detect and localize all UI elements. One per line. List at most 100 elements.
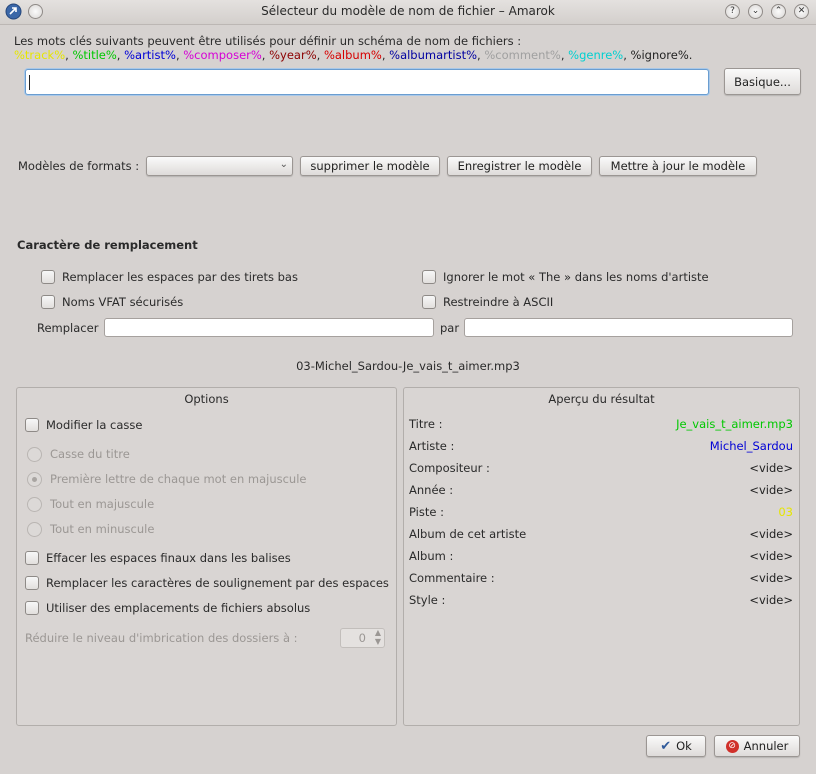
- replace-from-input[interactable]: [104, 318, 434, 337]
- ok-label: Ok: [676, 739, 692, 753]
- formats-label: Modèles de formats :: [18, 159, 140, 173]
- result-panel: Aperçu du résultat Titre : Je_vais_t_aime…: [403, 387, 800, 726]
- result-row-label: Compositeur :: [409, 461, 490, 475]
- spin-arrows-icon[interactable]: ▲ ▼: [375, 628, 381, 646]
- result-row: Titre : Je_vais_t_aimer.mp3: [404, 417, 799, 435]
- result-row-label: Commentaire :: [409, 571, 495, 585]
- result-row: Piste : 03: [404, 505, 799, 523]
- keyword-separator: .: [688, 48, 693, 62]
- keyword-separator: ,: [623, 48, 631, 62]
- maximize-button[interactable]: ⌃: [771, 4, 786, 19]
- help-button[interactable]: ?: [725, 4, 740, 19]
- replacement-heading: Caractère de remplacement: [17, 238, 198, 252]
- case-lower-radio[interactable]: [27, 522, 42, 537]
- result-row: Album de cet artiste <vide>: [404, 527, 799, 545]
- vfat-label: Noms VFAT sécurisés: [62, 295, 184, 309]
- keyword-token: %album%: [323, 48, 382, 62]
- par-label: par: [440, 321, 460, 335]
- keyword-token: %albumartist%: [389, 48, 478, 62]
- absolute-path-checkbox[interactable]: [25, 601, 39, 615]
- close-button[interactable]: ✕: [794, 4, 809, 19]
- result-row: Artiste : Michel_Sardou: [404, 439, 799, 457]
- case-first-label: Première lettre de chaque mot en majuscu…: [50, 472, 307, 486]
- keyword-list: %track%, %title%, %artist%, %composer%, …: [14, 48, 692, 62]
- basic-button[interactable]: Basique...: [724, 68, 801, 95]
- case-upper-label: Tout en majuscule: [50, 497, 155, 511]
- result-row-value: <vide>: [749, 571, 793, 585]
- cancel-button[interactable]: ⊘ Annuler: [714, 735, 800, 757]
- result-row-label: Piste :: [409, 505, 444, 519]
- absolute-path-label: Utiliser des emplacements de fichiers ab…: [46, 601, 311, 615]
- nesting-value: 0: [358, 631, 366, 645]
- result-row-value: 03: [778, 505, 793, 519]
- keyword-separator: ,: [316, 48, 324, 62]
- result-row: Compositeur : <vide>: [404, 461, 799, 479]
- result-title: Aperçu du résultat: [548, 392, 655, 406]
- result-row-label: Titre :: [409, 417, 443, 431]
- nesting-spinbox[interactable]: 0 ▲ ▼: [340, 628, 385, 648]
- keyword-token: %composer%: [183, 48, 262, 62]
- save-template-button[interactable]: Enregistrer le modèle: [447, 156, 592, 176]
- keyword-token: %title%: [72, 48, 117, 62]
- intro-text: Les mots clés suivants peuvent être util…: [14, 34, 522, 48]
- minimize-button[interactable]: ⌄: [748, 4, 763, 19]
- result-row-label: Année :: [409, 483, 454, 497]
- keyword-separator: ,: [116, 48, 125, 62]
- format-select[interactable]: ⌄: [146, 156, 293, 176]
- result-row-label: Artiste :: [409, 439, 455, 453]
- result-row-label: Album :: [409, 549, 454, 563]
- update-template-label: Mettre à jour le modèle: [610, 159, 746, 173]
- keyword-separator: ,: [261, 48, 270, 62]
- modify-case-checkbox[interactable]: [25, 418, 39, 432]
- replace-spaces-checkbox[interactable]: [41, 270, 55, 284]
- text-cursor: [29, 75, 30, 90]
- result-row: Année : <vide>: [404, 483, 799, 501]
- save-template-label: Enregistrer le modèle: [457, 159, 582, 173]
- ignore-the-checkbox[interactable]: [422, 270, 436, 284]
- keyword-token: %ignore%: [630, 48, 689, 62]
- keyword-token: %year%: [269, 48, 317, 62]
- keyword-token: %track%: [14, 48, 66, 62]
- replace-label: Remplacer: [37, 321, 99, 335]
- underscore-label: Remplacer les caractères de soulignement…: [46, 576, 389, 590]
- case-first-radio[interactable]: [27, 472, 42, 487]
- result-row-value: Michel_Sardou: [709, 439, 793, 453]
- filename-pattern-input[interactable]: [25, 69, 709, 95]
- result-row-value: <vide>: [749, 483, 793, 497]
- case-upper-radio[interactable]: [27, 497, 42, 512]
- trim-spaces-label: Effacer les espaces finaux dans les bali…: [46, 551, 291, 565]
- chevron-down-icon: ⌄: [279, 159, 288, 170]
- result-row-value: <vide>: [749, 527, 793, 541]
- ok-button[interactable]: ✔ Ok: [646, 735, 706, 757]
- title-bar: Sélecteur du modèle de nom de fichier – …: [0, 0, 816, 25]
- update-template-button[interactable]: Mettre à jour le modèle: [599, 156, 757, 176]
- result-row-value: Je_vais_t_aimer.mp3: [676, 417, 793, 431]
- window-title: Sélecteur du modèle de nom de fichier – …: [261, 4, 555, 18]
- options-title: Options: [184, 392, 229, 406]
- result-row-label: Album de cet artiste: [409, 527, 527, 541]
- delete-template-label: supprimer le modèle: [310, 159, 430, 173]
- underscore-checkbox[interactable]: [25, 576, 39, 590]
- vfat-checkbox[interactable]: [41, 295, 55, 309]
- ascii-checkbox[interactable]: [422, 295, 436, 309]
- nesting-label: Réduire le niveau d'imbrication des doss…: [25, 631, 298, 645]
- result-row: Commentaire : <vide>: [404, 571, 799, 589]
- trim-spaces-checkbox[interactable]: [25, 551, 39, 565]
- ascii-label: Restreindre à ASCII: [443, 295, 554, 309]
- basic-button-label: Basique...: [734, 74, 791, 89]
- cancel-icon: ⊘: [725, 739, 739, 753]
- cancel-label: Annuler: [743, 739, 789, 753]
- result-row-label: Style :: [409, 593, 446, 607]
- replace-to-input[interactable]: [464, 318, 793, 337]
- result-row: Style : <vide>: [404, 593, 799, 611]
- keyword-token: %genre%: [568, 48, 624, 62]
- case-title-label: Casse du titre: [50, 447, 130, 461]
- delete-template-button[interactable]: supprimer le modèle: [300, 156, 440, 176]
- case-lower-label: Tout en minuscule: [50, 522, 155, 536]
- preview-filename: 03-Michel_Sardou-Je_vais_t_aimer.mp3: [296, 359, 520, 373]
- result-row-value: <vide>: [749, 549, 793, 563]
- keyword-token: %artist%: [124, 48, 176, 62]
- check-icon: ✔: [660, 738, 672, 754]
- case-title-radio[interactable]: [27, 447, 42, 462]
- ignore-the-label: Ignorer le mot « The » dans les noms d'a…: [443, 270, 709, 284]
